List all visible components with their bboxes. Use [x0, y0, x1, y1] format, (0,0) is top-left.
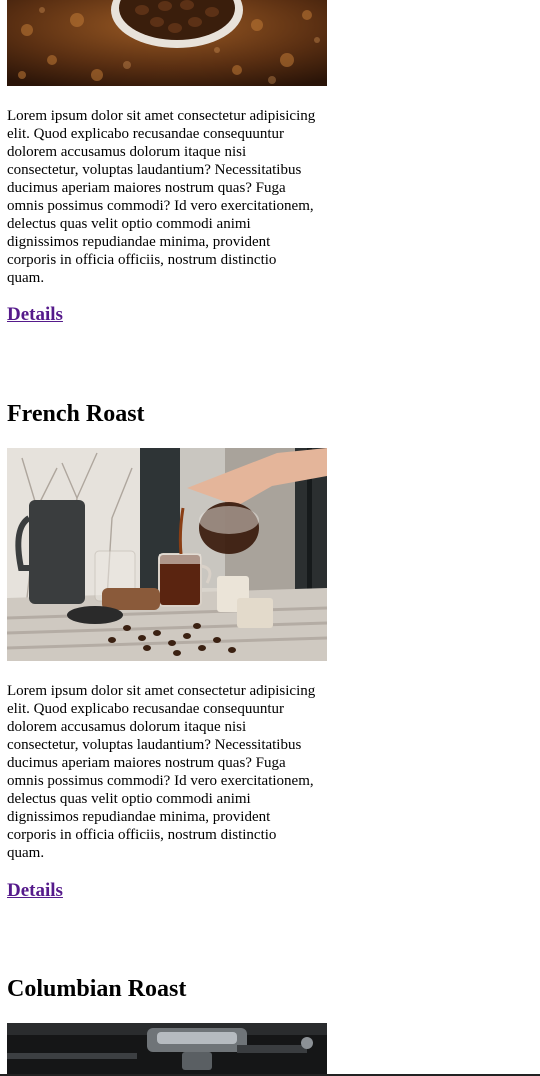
product-title: Columbian Roast	[7, 976, 187, 1002]
details-link[interactable]: Details	[7, 880, 63, 902]
product-description: Lorem ipsum dolor sit amet consectetur a…	[7, 108, 316, 286]
product-description: Lorem ipsum dolor sit amet consectetur a…	[7, 683, 316, 861]
product-image-coffee-beans	[7, 0, 327, 86]
product-title: French Roast	[7, 401, 145, 427]
details-link[interactable]: Details	[7, 304, 63, 326]
product-image-espresso-machine	[7, 1023, 327, 1074]
product-image-french-press	[7, 448, 327, 661]
